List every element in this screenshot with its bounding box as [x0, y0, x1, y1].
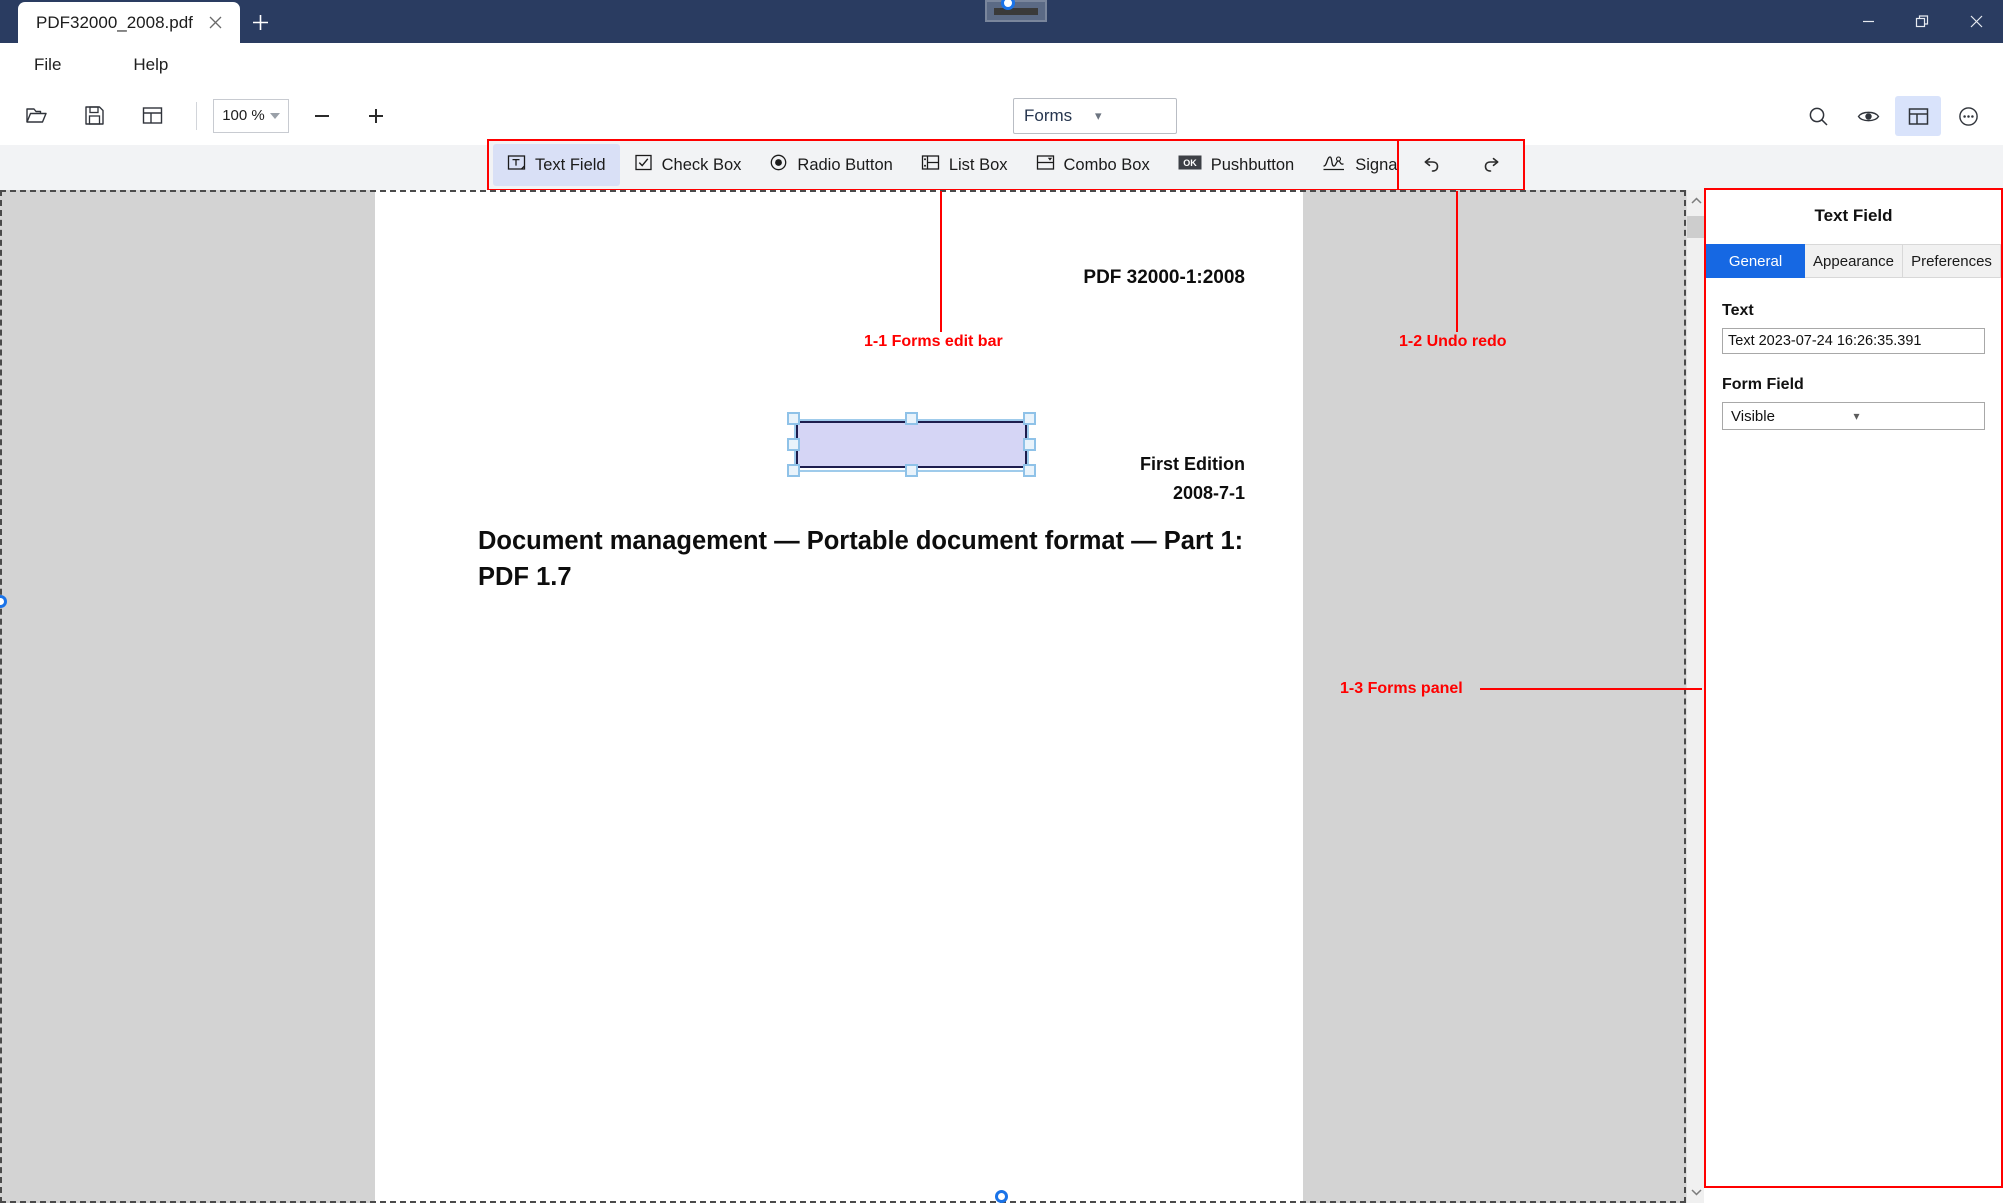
close-icon[interactable] — [1949, 0, 2003, 43]
form-field-visibility-value: Visible — [1731, 407, 1775, 425]
text-field-icon — [507, 153, 526, 177]
forms-tool-check-box[interactable]: Check Box — [620, 144, 756, 186]
scroll-down-icon[interactable] — [1687, 1181, 1705, 1203]
resize-handle-s[interactable] — [905, 464, 918, 477]
new-tab-icon[interactable] — [240, 2, 280, 43]
forms-tool-label: Combo Box — [1063, 155, 1150, 174]
viewport-resize-handle-bottom[interactable] — [995, 1190, 1008, 1203]
page-edition-text: First Edition — [1140, 454, 1245, 474]
page-edition-block: First Edition 2008-7-1 — [1140, 450, 1245, 508]
page-title-text: Document management — Portable document … — [478, 527, 1244, 592]
tab-preferences[interactable]: Preferences — [1903, 244, 2001, 278]
save-icon[interactable] — [72, 96, 116, 136]
annotation-leader-forms-edit-bar — [940, 191, 942, 332]
check-box-icon — [634, 153, 653, 177]
text-field-widget-box[interactable] — [796, 421, 1027, 468]
scroll-up-icon[interactable] — [1687, 190, 1705, 212]
pushbutton-icon: OK — [1178, 155, 1202, 175]
zoom-out-button[interactable] — [301, 96, 343, 136]
page-header-text: PDF 32000-1:2008 — [1083, 267, 1245, 288]
toolbar-right-group — [1795, 96, 1991, 136]
text-field-label: Text — [1722, 302, 1754, 319]
annotation-label-forms-edit-bar: 1-1 Forms edit bar — [864, 333, 1003, 350]
resize-handle-nw[interactable] — [787, 412, 800, 425]
panel-title: Text Field — [1814, 206, 1893, 225]
undo-icon[interactable] — [1408, 145, 1452, 185]
document-tab[interactable]: PDF32000_2008.pdf — [18, 2, 240, 43]
forms-panel: Text Field General Appearance Preference… — [1704, 188, 2003, 1188]
scrollbar-thumb[interactable] — [1687, 216, 1705, 238]
resize-handle-sw[interactable] — [787, 464, 800, 477]
menu-item-help[interactable]: Help — [117, 50, 184, 80]
eye-icon[interactable] — [1845, 96, 1891, 136]
vertical-scrollbar[interactable] — [1686, 190, 1705, 1203]
document-tab-label: PDF32000_2008.pdf — [36, 12, 193, 32]
menu-bar: File Help — [0, 43, 2003, 86]
svg-text:OK: OK — [1183, 158, 1197, 168]
undo-redo-bar — [1397, 139, 1525, 191]
main-toolbar: 100 % Forms ▾ — [0, 86, 2003, 145]
forms-tool-label: Radio Button — [797, 155, 893, 174]
tab-general[interactable]: General — [1706, 244, 1805, 278]
text-value-input[interactable] — [1722, 328, 1985, 354]
forms-tool-label: Pushbutton — [1210, 155, 1295, 174]
forms-tool-label: Text Field — [535, 155, 606, 174]
open-folder-icon[interactable] — [14, 96, 58, 136]
forms-edit-bar: Text Field Check Box Radio Button List B… — [487, 139, 1446, 191]
chevron-down-icon: ▾ — [1853, 409, 1860, 423]
chevron-down-icon: ▾ — [1095, 108, 1102, 123]
resize-handle-e[interactable] — [1023, 438, 1036, 451]
mode-selector[interactable]: Forms ▾ — [1013, 98, 1177, 134]
zoom-level-value: 100 % — [222, 107, 265, 124]
page-layout-icon[interactable] — [130, 96, 174, 136]
chevron-down-icon — [269, 112, 280, 119]
resize-handle-n[interactable] — [905, 412, 918, 425]
panel-tabs: General Appearance Preferences — [1706, 244, 2001, 278]
annotation-leader-undo-redo — [1456, 191, 1458, 332]
search-icon[interactable] — [1795, 96, 1841, 136]
tab-appearance[interactable]: Appearance — [1805, 244, 1903, 278]
app-window: PDF32000_2008.pdf File Help 100 % Forms … — [0, 0, 2003, 1203]
page-edition-date: 2008-7-1 — [1172, 483, 1245, 504]
resize-handle-se[interactable] — [1023, 464, 1036, 477]
more-ellipsis-icon[interactable] — [1945, 96, 1991, 136]
selected-text-field-widget[interactable] — [787, 412, 1036, 477]
forms-tool-combo-box[interactable]: Combo Box — [1022, 144, 1164, 186]
radio-button-icon — [769, 153, 788, 177]
panel-body: Text Form Field Visible ▾ — [1706, 278, 2001, 430]
mode-selector-value: Forms — [1024, 106, 1073, 125]
zoom-in-button[interactable] — [355, 96, 397, 136]
side-panel-icon[interactable] — [1895, 96, 1941, 136]
forms-tool-radio-button[interactable]: Radio Button — [755, 144, 906, 186]
combo-box-icon — [1036, 153, 1055, 177]
minimize-icon[interactable] — [1841, 0, 1895, 43]
list-box-icon — [921, 153, 940, 177]
annotation-label-undo-redo: 1-2 Undo redo — [1399, 333, 1507, 350]
annotation-label-forms-panel: 1-3 Forms panel — [1340, 680, 1463, 697]
restore-icon[interactable] — [1895, 0, 1949, 43]
annotation-leader-forms-panel — [1480, 688, 1702, 690]
window-drag-artifact — [985, 0, 1047, 22]
forms-tool-text-field[interactable]: Text Field — [493, 144, 620, 186]
forms-tool-pushbutton[interactable]: OK Pushbutton — [1164, 144, 1308, 186]
forms-tool-label: List Box — [948, 155, 1008, 174]
title-bar: PDF32000_2008.pdf — [0, 0, 2003, 43]
close-tab-icon[interactable] — [202, 10, 228, 36]
resize-handle-w[interactable] — [787, 438, 800, 451]
redo-icon[interactable] — [1470, 145, 1514, 185]
pdf-page[interactable]: PDF 32000-1:2008 First Edition 2008-7-1 … — [375, 190, 1303, 1203]
signature-icon — [1322, 153, 1346, 177]
menu-item-file[interactable]: File — [18, 50, 77, 80]
form-field-label: Form Field — [1722, 376, 1804, 393]
forms-tool-label: Check Box — [661, 155, 742, 174]
forms-tool-list-box[interactable]: List Box — [907, 144, 1022, 186]
form-field-visibility-select[interactable]: Visible ▾ — [1722, 402, 1985, 430]
window-controls — [1841, 0, 2003, 43]
resize-handle-ne[interactable] — [1023, 412, 1036, 425]
toolbar-divider — [196, 101, 197, 130]
zoom-level-selector[interactable]: 100 % — [213, 98, 289, 133]
